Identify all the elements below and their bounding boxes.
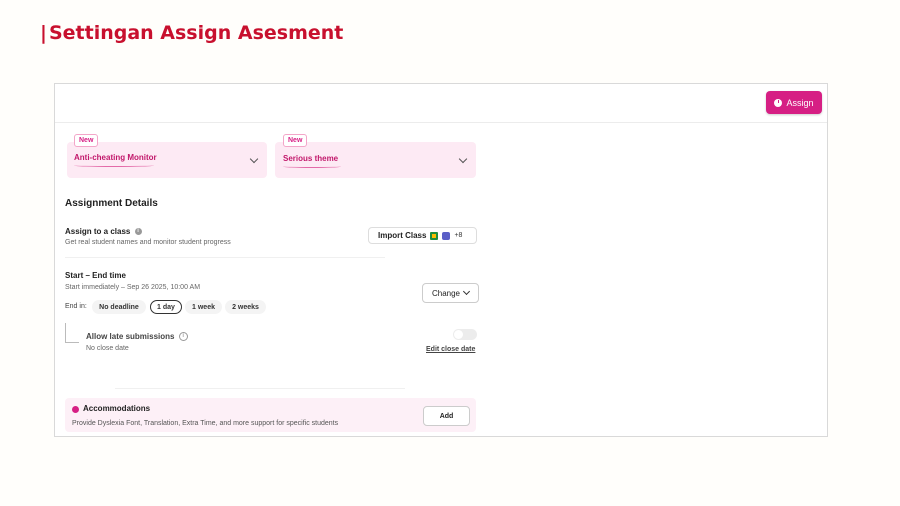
import-class-label: Import Class <box>378 231 427 240</box>
duration-chip-1-week[interactable]: 1 week <box>185 300 222 314</box>
assign-class-subtitle: Get real student names and monitor stude… <box>65 239 231 246</box>
import-class-button[interactable]: Import Class +8 <box>368 227 477 244</box>
assign-button-label: Assign <box>786 97 814 108</box>
accommodations-title: Accommodations <box>83 404 151 413</box>
late-submissions-title: Allow late submissions i <box>86 332 188 342</box>
assign-settings-window: Assign New Anti-cheating Monitor New Ser… <box>54 83 828 437</box>
more-integrations-count: +8 <box>454 232 463 239</box>
teams-icon <box>442 231 451 240</box>
slide-title: | Settingan Assign Asesment <box>40 22 343 44</box>
late-submissions-title-text: Allow late submissions <box>86 332 175 341</box>
title-bar: | <box>40 22 47 44</box>
slide-title-text: Settingan Assign Asesment <box>48 22 344 44</box>
anti-cheating-dropdown[interactable]: New Anti-cheating Monitor <box>67 134 267 178</box>
schedule-title: Start – End time <box>65 271 126 280</box>
label-underline <box>74 164 154 167</box>
schedule-subtitle: Start immediately – Sep 26 2025, 10:00 A… <box>65 284 201 291</box>
assign-class-title: Assign to a class i <box>65 227 142 236</box>
edit-close-date-link[interactable]: Edit close date <box>426 346 475 353</box>
change-schedule-button[interactable]: Change <box>422 283 479 303</box>
late-submissions-bracket <box>65 323 79 343</box>
new-badge: New <box>283 134 308 147</box>
assign-class-title-text: Assign to a class <box>65 227 131 236</box>
google-classroom-icon <box>430 231 439 240</box>
accommodations-icon <box>72 406 79 413</box>
late-submissions-subtitle: No close date <box>86 345 129 352</box>
duration-chip-no-deadline[interactable]: No deadline <box>92 300 146 314</box>
accommodations-panel: Accommodations Provide Dyslexia Font, Tr… <box>65 398 476 432</box>
new-badge: New <box>74 134 99 147</box>
duration-chip-2-weeks[interactable]: 2 weeks <box>225 300 266 314</box>
change-label: Change <box>431 288 461 298</box>
chevron-down-icon <box>462 287 471 296</box>
anti-cheating-label: Anti-cheating Monitor <box>74 153 157 162</box>
accommodations-subtitle: Provide Dyslexia Font, Translation, Extr… <box>72 420 339 427</box>
divider <box>65 257 385 258</box>
serious-theme-label: Serious theme <box>283 154 339 163</box>
serious-theme-dropdown[interactable]: New Serious theme <box>275 134 476 178</box>
chevron-down-icon <box>458 154 468 164</box>
label-underline <box>283 165 341 168</box>
add-accommodation-button[interactable]: Add <box>423 406 470 426</box>
duration-chip-1-day[interactable]: 1 day <box>150 300 182 314</box>
late-submissions-toggle[interactable] <box>453 329 477 340</box>
top-bar: Assign <box>55 84 827 123</box>
chevron-down-icon <box>249 154 259 164</box>
end-in-label: End in: <box>65 303 87 310</box>
divider <box>115 388 405 389</box>
info-icon[interactable]: i <box>178 332 188 342</box>
clock-icon <box>774 98 783 107</box>
assignment-details-heading: Assignment Details <box>65 198 158 209</box>
info-icon[interactable]: i <box>134 228 142 236</box>
assign-button[interactable]: Assign <box>766 91 822 114</box>
